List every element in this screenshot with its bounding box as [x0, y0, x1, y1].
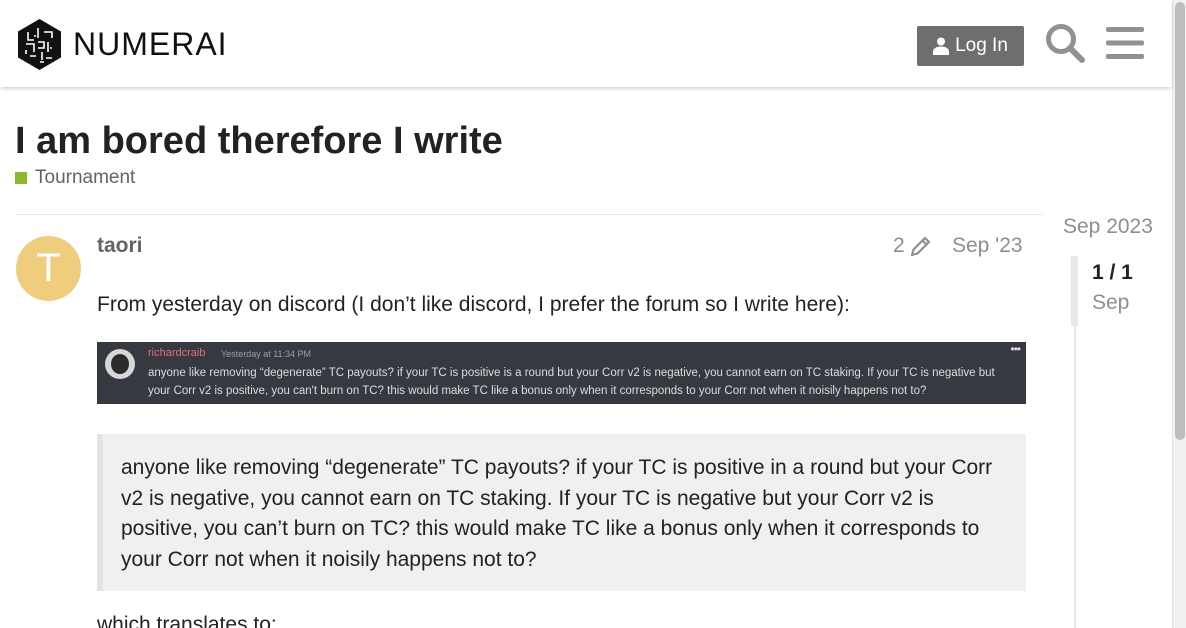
more-options-icon: •••	[1010, 342, 1021, 356]
edit-count: 2	[893, 234, 905, 257]
timeline-start-date[interactable]: Sep 2023	[1063, 215, 1153, 239]
user-icon	[933, 37, 950, 55]
discord-message: anyone like removing “degenerate” TC pay…	[148, 367, 995, 397]
search-icon[interactable]	[1044, 22, 1086, 64]
post-paragraph: From yesterday on discord (I don’t like …	[97, 293, 850, 316]
pencil-icon	[910, 236, 930, 257]
site-header: NUMERAI Log In	[0, 0, 1172, 87]
login-label: Log In	[955, 35, 1008, 56]
numerai-logo[interactable]: NUMERAI	[16, 18, 228, 71]
edit-history-button[interactable]: 2	[893, 234, 933, 258]
topic-title[interactable]: I am bored therefore I write	[15, 118, 503, 164]
scrollbar-thumb[interactable]	[1175, 2, 1185, 440]
discord-screenshot-image[interactable]: richardcraib Yesterday at 11:34 PM anyon…	[97, 342, 1026, 404]
title-divider	[16, 214, 1042, 215]
discord-author: richardcraib	[148, 347, 206, 359]
scrollbar[interactable]	[1172, 0, 1186, 628]
quote-text: anyone like removing “degenerate” TC pay…	[121, 456, 993, 571]
logo-text: NUMERAI	[73, 26, 228, 62]
avatar[interactable]: T	[16, 236, 81, 301]
numerai-logo-icon	[18, 19, 61, 70]
discord-time: Yesterday at 11:34 PM	[221, 349, 312, 359]
category-badge[interactable]: Tournament	[15, 166, 135, 190]
category-color-swatch	[15, 172, 27, 184]
blockquote: anyone like removing “degenerate” TC pay…	[97, 434, 1026, 591]
timeline-post-count: 1 / 1	[1092, 261, 1133, 284]
hamburger-menu-icon[interactable]	[1106, 26, 1144, 60]
post-date[interactable]: Sep '23	[952, 234, 1023, 258]
category-name: Tournament	[35, 167, 136, 188]
timeline-handle[interactable]	[1071, 256, 1078, 326]
discord-avatar	[105, 349, 135, 379]
login-button[interactable]: Log In	[917, 26, 1024, 66]
post-paragraph-next: which translates to:	[97, 613, 277, 628]
timeline-current-date: Sep	[1092, 291, 1130, 314]
post-username[interactable]: taori	[97, 234, 143, 258]
